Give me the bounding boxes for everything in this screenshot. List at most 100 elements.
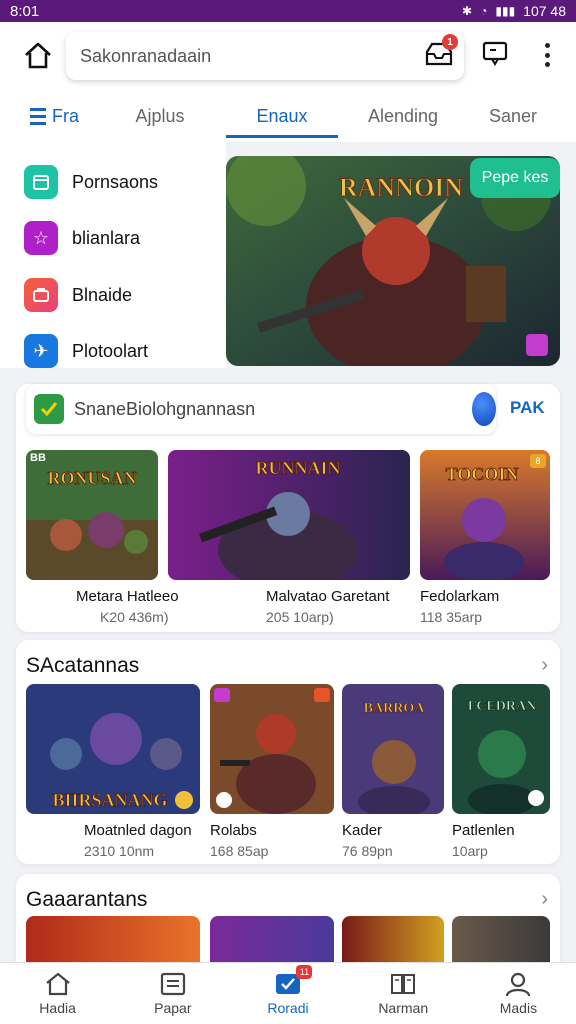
pak-button[interactable]: PAK bbox=[510, 398, 545, 418]
game-card[interactable]: RONUSAN BB Metara Hatleeo K20 436m) bbox=[26, 450, 179, 625]
chevron-right-icon[interactable]: › bbox=[541, 888, 548, 911]
tab-saner[interactable]: Saner bbox=[468, 90, 558, 142]
category-menu: Pornsaons ☆ blianlara Blnaide ✈ Plotoola… bbox=[0, 142, 226, 368]
home-icon[interactable] bbox=[22, 40, 54, 72]
nav-item-roradi[interactable]: 11 Roradi bbox=[230, 963, 345, 1024]
tab-label: Ajplus bbox=[135, 105, 185, 126]
signal-icon: ▮▮▮ bbox=[495, 4, 516, 18]
document-icon bbox=[160, 972, 185, 996]
game-tag: BB bbox=[30, 452, 46, 464]
book-icon bbox=[391, 974, 416, 994]
game-card[interactable]: BARROA Kader 76 89pn bbox=[342, 684, 444, 859]
game-art-title: RUNNAIN bbox=[256, 458, 341, 478]
game-card[interactable]: Rolabs 168 85ap bbox=[210, 684, 334, 859]
game-thumbnail: TOCOIN 8 bbox=[420, 450, 550, 580]
nav-badge: 11 bbox=[296, 965, 313, 979]
game-thumbnail: BARROA bbox=[342, 684, 444, 814]
nav-label: Narman bbox=[378, 1000, 429, 1016]
tab-label: Fra bbox=[52, 105, 79, 126]
category-label: blianlara bbox=[72, 227, 141, 248]
status-icons: ✱ ◔ ▮▮▮ 107 48 bbox=[462, 3, 566, 19]
game-thumbnail: FCEDRAN bbox=[452, 684, 550, 814]
nav-item-madis[interactable]: Madis bbox=[461, 963, 576, 1024]
section-title: Gaaarantans bbox=[26, 888, 148, 911]
game-thumbnail bbox=[210, 684, 334, 814]
banner-action-button[interactable]: Pepe kes bbox=[470, 158, 560, 198]
category-label: Blnaide bbox=[72, 284, 133, 305]
game-art-title: RONUSAN bbox=[47, 468, 136, 488]
game-title: Moatnled dagon bbox=[84, 822, 192, 839]
tab-ajplus[interactable]: Ajplus bbox=[112, 90, 208, 142]
game-art-title: BIIRSANANG bbox=[52, 790, 167, 810]
top-app-bar: Sakonranadaain 1 bbox=[0, 22, 576, 90]
game-subtitle: 168 85ap bbox=[210, 843, 269, 859]
tab-enaux[interactable]: Enaux bbox=[226, 90, 338, 142]
game-tag: 8 bbox=[530, 454, 546, 468]
plane-icon: ✈ bbox=[24, 334, 58, 368]
game-title: Kader bbox=[342, 822, 383, 839]
tab-alending[interactable]: Alending bbox=[338, 90, 468, 142]
category-item-blianlara[interactable]: ☆ blianlara bbox=[24, 218, 140, 258]
home-icon bbox=[45, 972, 70, 996]
banner-title: RANNOIN bbox=[339, 173, 463, 202]
game-subtitle: 2310 10nm bbox=[84, 843, 155, 859]
game-card[interactable]: BIIRSANANG Moatnled dagon 2310 10nm bbox=[26, 684, 200, 859]
content-search-text: SnaneBiolohgnannasn bbox=[74, 398, 256, 419]
nav-item-narman[interactable]: Narman bbox=[346, 963, 461, 1024]
nav-label: Hadia bbox=[39, 1000, 76, 1016]
nav-label: Roradi bbox=[267, 1000, 309, 1016]
game-thumbnail[interactable] bbox=[26, 916, 200, 966]
search-input[interactable]: Sakonranadaain bbox=[66, 32, 464, 80]
status-time: 8:01 bbox=[10, 2, 40, 20]
chevron-right-icon[interactable]: › bbox=[541, 654, 548, 677]
star-icon: ☆ bbox=[24, 221, 58, 255]
bluetooth-icon: ✱ bbox=[462, 4, 473, 18]
search-placeholder: Sakonranadaain bbox=[80, 45, 212, 66]
category-item-plotoolart[interactable]: ✈ Plotoolart bbox=[24, 331, 148, 371]
category-label: Pornsaons bbox=[72, 171, 159, 192]
category-item-pornsaons[interactable]: Pornsaons bbox=[24, 162, 158, 202]
chat-icon[interactable] bbox=[482, 40, 508, 68]
blue-orb-icon[interactable] bbox=[472, 392, 496, 426]
briefcase-icon bbox=[24, 278, 58, 312]
game-subtitle: K20 436m) bbox=[100, 609, 169, 625]
person-icon bbox=[506, 972, 531, 997]
game-art-title: TOCOIN bbox=[446, 464, 519, 484]
content-search-bar[interactable]: SnaneBiolohgnannasn bbox=[26, 384, 496, 434]
category-item-blnaide[interactable]: Blnaide bbox=[24, 275, 132, 315]
nav-item-papar[interactable]: Papar bbox=[115, 963, 230, 1024]
game-title: Patlenlen bbox=[452, 822, 515, 839]
game-title: Rolabs bbox=[210, 822, 257, 839]
game-subtitle: 205 10arp) bbox=[266, 609, 334, 625]
game-title: Malvatao Garetant bbox=[266, 588, 390, 605]
game-card[interactable]: FCEDRAN Patlenlen 10arp bbox=[452, 684, 550, 859]
game-title: Fedolarkam bbox=[420, 588, 500, 605]
calendar-icon bbox=[24, 165, 58, 199]
wifi-icon: ◔ bbox=[480, 4, 488, 18]
tab-label: Alending bbox=[367, 105, 439, 126]
game-thumbnail: BIIRSANANG bbox=[26, 684, 200, 814]
search-section: SnaneBiolohgnannasn PAK RONUSAN BB Metar… bbox=[16, 384, 560, 632]
game-thumbnail[interactable] bbox=[210, 916, 334, 966]
status-right: 107 48 bbox=[523, 3, 566, 19]
game-thumbnail[interactable] bbox=[342, 916, 444, 966]
more-options-icon[interactable] bbox=[538, 40, 556, 70]
category-label: Plotoolart bbox=[72, 340, 149, 361]
game-card[interactable]: RUNNAIN Malvatao Garetant 205 10arp) bbox=[168, 450, 410, 625]
nav-label: Papar bbox=[154, 1000, 192, 1016]
games-section: SAcatannas › BIIRSANANG Moatnled dagon 2… bbox=[16, 640, 560, 864]
nav-item-hadia[interactable]: Hadia bbox=[0, 963, 115, 1024]
game-art-title: FCEDRAN bbox=[468, 699, 536, 714]
tab-bar: Fra Ajplus Enaux Alending Saner bbox=[0, 90, 576, 142]
game-subtitle: 10arp bbox=[452, 843, 488, 859]
shield-check-icon bbox=[34, 394, 64, 424]
game-title: Metara Hatleeo bbox=[76, 588, 179, 605]
games-section-2: Gaaarantans › bbox=[16, 874, 560, 974]
tab-fra[interactable]: Fra bbox=[0, 90, 112, 142]
game-card[interactable]: TOCOIN 8 Fedolarkam 118 35arp bbox=[420, 450, 550, 625]
game-thumbnail[interactable] bbox=[452, 916, 550, 966]
featured-banner[interactable]: RANNOIN Pepe kes bbox=[226, 156, 560, 366]
status-bar: 8:01 ✱ ◔ ▮▮▮ 107 48 bbox=[0, 0, 576, 22]
menu-icon bbox=[30, 107, 46, 125]
game-thumbnail: RONUSAN BB bbox=[26, 450, 158, 580]
